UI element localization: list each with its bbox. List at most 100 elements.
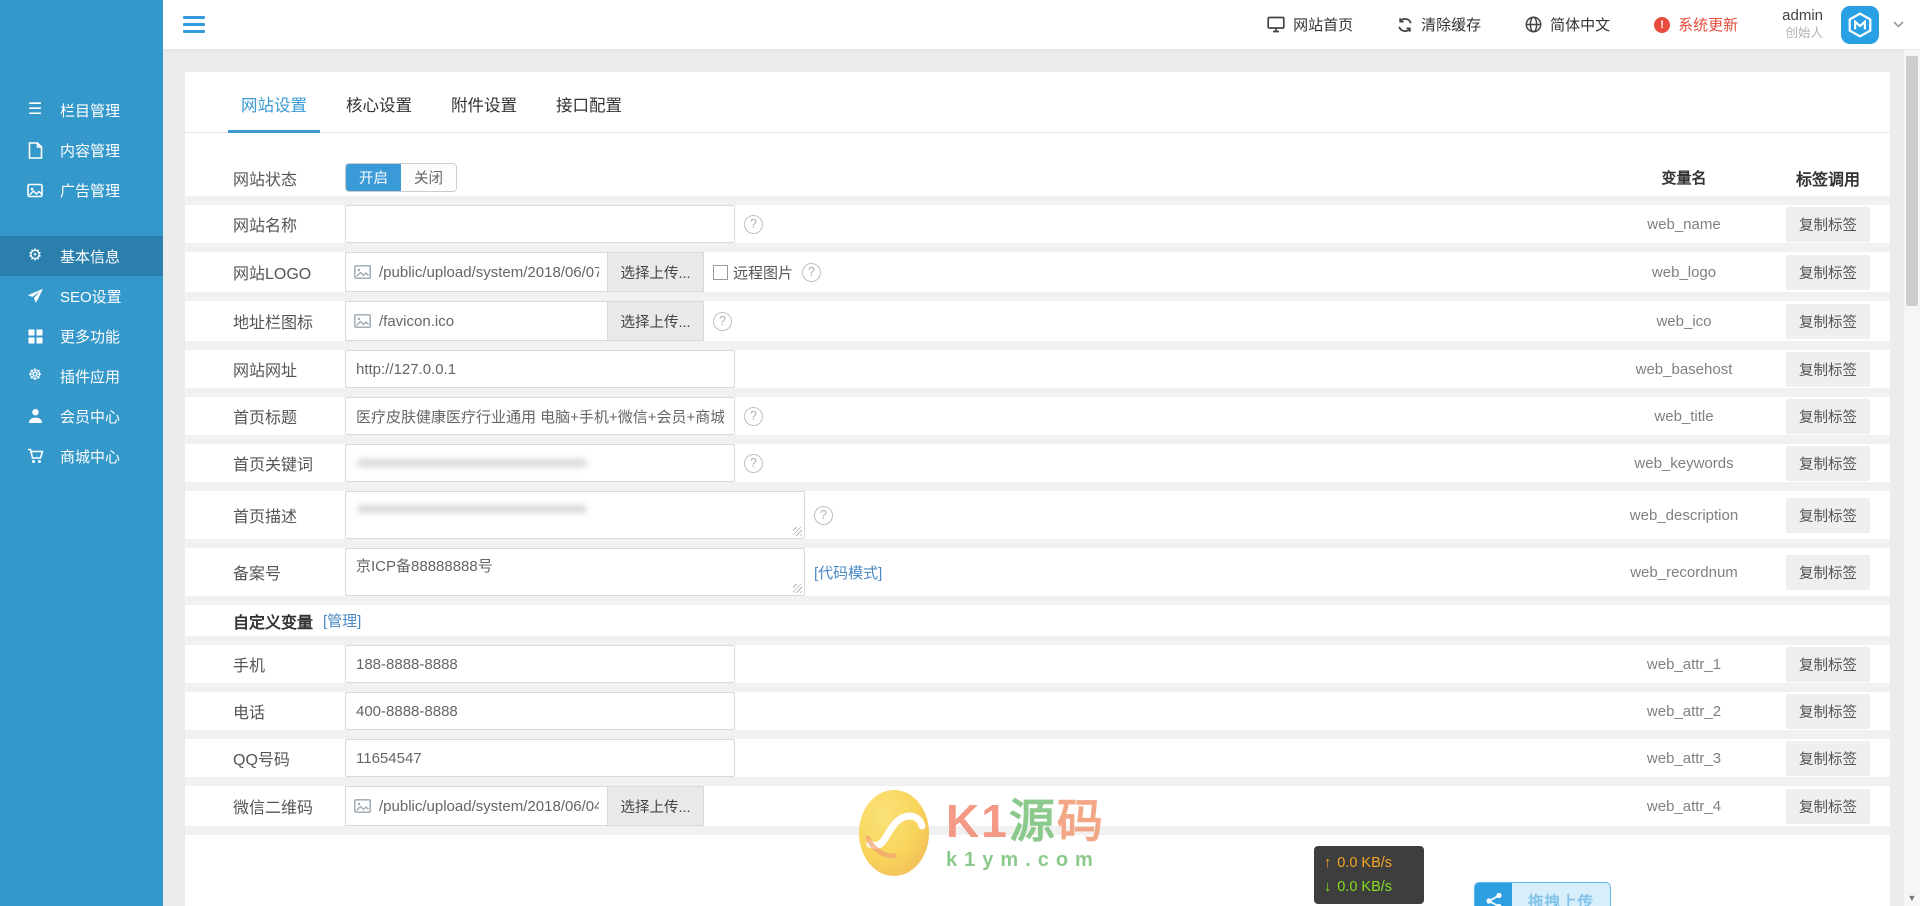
avatar[interactable] <box>1841 5 1879 44</box>
refresh-icon <box>1397 17 1413 33</box>
topbar-system-update-label: 系统更新 <box>1678 17 1739 34</box>
form-row-site-status: 网站状态 开启 关闭 变量名 标签调用 <box>185 159 1890 205</box>
redacted-text <box>357 458 587 468</box>
field-label: 地址栏图标 <box>233 315 314 332</box>
manage-link[interactable]: [管理] <box>323 610 361 631</box>
field-label: QQ号码 <box>233 752 290 769</box>
sidebar-item-more[interactable]: 更多功能 <box>0 316 163 356</box>
topbar-clear-cache-link[interactable]: 清除缓存 <box>1397 14 1481 35</box>
settings-tabs: 网站设置 核心设置 附件设置 接口配置 <box>185 72 1890 133</box>
user-menu[interactable]: admin 创始人 <box>1782 7 1823 41</box>
sidebar-item-label: 会员中心 <box>60 408 121 426</box>
copy-tag-button[interactable]: 复制标签 <box>1786 445 1870 481</box>
sidebar-item-mall[interactable]: 商城中心 <box>0 436 163 476</box>
gear-icon: ⚙ <box>27 247 43 264</box>
tab-core-settings[interactable]: 核心设置 <box>333 92 425 132</box>
upload-button[interactable]: 选择上传... <box>608 786 704 826</box>
help-icon[interactable]: ? <box>713 311 732 331</box>
copy-tag-button[interactable]: 复制标签 <box>1786 303 1870 339</box>
copy-tag-button[interactable]: 复制标签 <box>1786 788 1870 824</box>
status-on-button[interactable]: 开启 <box>346 164 401 191</box>
topbar: 网站首页 清除缓存 简体中文 ! 系统更新 admin 创始人 <box>163 0 1920 50</box>
settings-card: 网站设置 核心设置 附件设置 接口配置 网站状态 开启 关闭 变量名 标签调用 <box>185 72 1890 906</box>
field-label: 网站网址 <box>233 363 298 380</box>
alert-icon: ! <box>1654 16 1671 33</box>
upload-speed: ↑ 0.0 KB/s <box>1324 851 1414 875</box>
tab-attachment-settings[interactable]: 附件设置 <box>438 92 530 132</box>
sidebar-item-columns[interactable]: ☰ 栏目管理 <box>0 90 163 130</box>
code-mode-link[interactable]: [代码模式] <box>814 562 882 583</box>
record-number-textarea[interactable] <box>345 548 805 596</box>
resize-handle-icon[interactable] <box>793 527 802 536</box>
wechat-qr-input[interactable] <box>345 786 608 826</box>
sidebar-toggle-button[interactable] <box>183 12 205 37</box>
copy-tag-button[interactable]: 复制标签 <box>1786 351 1870 387</box>
base-url-input[interactable] <box>345 350 735 388</box>
variable-name: web_attr_3 <box>1646 749 1722 767</box>
help-icon[interactable]: ? <box>744 453 763 473</box>
site-logo-input[interactable] <box>345 252 608 292</box>
status-off-button[interactable]: 关闭 <box>401 164 456 191</box>
user-name: admin <box>1782 7 1823 25</box>
scrollbar-thumb[interactable] <box>1906 56 1918 306</box>
qq-input[interactable] <box>345 739 735 777</box>
topbar-system-update-link[interactable]: ! 系统更新 <box>1654 14 1738 35</box>
copy-tag-button[interactable]: 复制标签 <box>1786 497 1870 533</box>
sidebar-item-label: 栏目管理 <box>60 102 121 120</box>
copy-tag-button[interactable]: 复制标签 <box>1786 693 1870 729</box>
user-role: 创始人 <box>1785 26 1823 41</box>
sidebar-item-label: 更多功能 <box>60 328 121 346</box>
topbar-language-link[interactable]: 简体中文 <box>1525 14 1610 35</box>
help-icon[interactable]: ? <box>802 262 822 282</box>
field-label: 首页标题 <box>233 410 298 427</box>
site-name-input[interactable] <box>345 205 735 243</box>
tab-site-settings[interactable]: 网站设置 <box>228 92 320 133</box>
help-icon[interactable]: ? <box>814 505 833 525</box>
copy-tag-button[interactable]: 复制标签 <box>1786 554 1870 590</box>
sidebar-item-plugins[interactable]: ☸ 插件应用 <box>0 356 163 396</box>
field-label: 电话 <box>233 705 266 722</box>
chevron-down-icon[interactable] <box>1893 21 1904 28</box>
copy-tag-button[interactable]: 复制标签 <box>1786 206 1870 242</box>
form-section-custom-variables: 自定义变量 [管理] <box>185 605 1890 645</box>
sidebar-item-ads[interactable]: 广告管理 <box>0 170 163 210</box>
help-icon[interactable]: ? <box>744 406 763 426</box>
sidebar-item-content[interactable]: 内容管理 <box>0 130 163 170</box>
mobile-input[interactable] <box>345 645 735 683</box>
topbar-home-link[interactable]: 网站首页 <box>1267 14 1353 35</box>
phone-input[interactable] <box>345 692 735 730</box>
upload-button[interactable]: 选择上传... <box>608 252 704 292</box>
scrollbar-down-arrow[interactable]: ▼ <box>1904 893 1920 903</box>
help-icon[interactable]: ? <box>744 214 763 234</box>
file-icon <box>25 141 45 159</box>
field-label: 网站状态 <box>233 171 298 189</box>
sidebar-item-label: 内容管理 <box>60 142 121 160</box>
upload-button[interactable]: 选择上传... <box>608 301 704 341</box>
copy-tag-button[interactable]: 复制标签 <box>1786 254 1870 290</box>
form-row-phone: 电话 web_attr_2 复制标签 <box>185 692 1890 739</box>
form-row-base-url: 网站网址 web_basehost 复制标签 <box>185 350 1890 397</box>
arrow-down-icon: ↓ <box>1324 879 1332 895</box>
share-nodes-icon <box>1475 883 1512 906</box>
home-title-input[interactable] <box>345 397 735 435</box>
resize-handle-icon[interactable] <box>793 584 802 593</box>
field-label: 网站LOGO <box>233 266 312 283</box>
sidebar-item-seo[interactable]: SEO设置 <box>0 276 163 316</box>
copy-tag-button[interactable]: 复制标签 <box>1786 646 1870 682</box>
tab-api-config[interactable]: 接口配置 <box>543 92 635 132</box>
paper-plane-icon <box>25 288 45 304</box>
variable-name: web_logo <box>1651 263 1717 281</box>
home-description-textarea[interactable] <box>345 491 805 539</box>
form-row-home-keywords: 首页关键词 ? web_keywords 复制标签 <box>185 444 1890 491</box>
settings-form: 网站状态 开启 关闭 变量名 标签调用 网站名称 ? web_name 复制标签… <box>185 133 1890 835</box>
variable-name: web_recordnum <box>1630 563 1738 581</box>
vertical-scrollbar[interactable]: ▼ <box>1903 50 1920 906</box>
drag-upload-button[interactable]: 拖拽上传 <box>1474 882 1612 906</box>
remote-image-checkbox[interactable] <box>713 264 728 280</box>
variable-name: web_attr_4 <box>1646 797 1722 815</box>
sidebar-item-members[interactable]: 会员中心 <box>0 396 163 436</box>
sidebar-item-basic-info[interactable]: ⚙ 基本信息 <box>0 236 163 276</box>
copy-tag-button[interactable]: 复制标签 <box>1786 740 1870 776</box>
copy-tag-button[interactable]: 复制标签 <box>1786 398 1870 434</box>
favicon-input[interactable] <box>345 301 608 341</box>
